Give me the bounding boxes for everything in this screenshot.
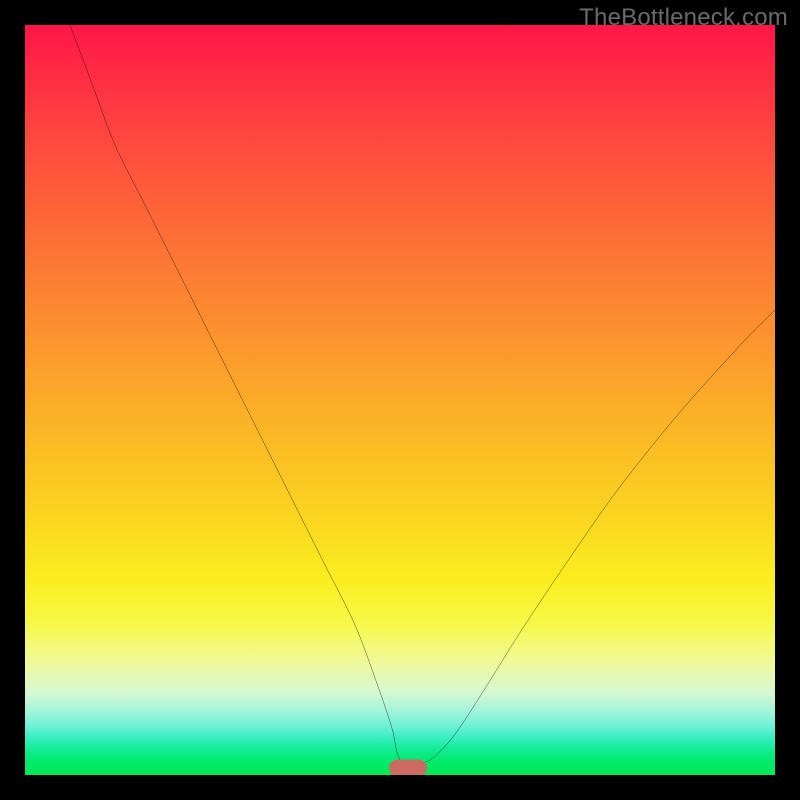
watermark-text: TheBottleneck.com: [579, 4, 788, 32]
bottleneck-curve: [25, 25, 775, 775]
plot-area: [25, 25, 775, 775]
curve-path: [70, 25, 775, 764]
chart-frame: TheBottleneck.com: [0, 0, 800, 800]
optimum-marker: [389, 759, 427, 775]
